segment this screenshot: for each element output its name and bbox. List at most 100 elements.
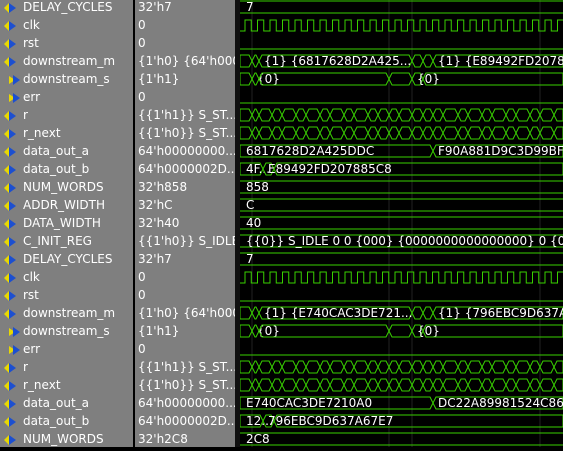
signal-row[interactable]: downstream_s: [0, 322, 133, 340]
bus-segment: [422, 360, 434, 374]
waveform-trace[interactable]: [240, 271, 563, 284]
signal-row[interactable]: r_next: [0, 124, 133, 142]
signal-row[interactable]: data_out_a: [0, 142, 133, 160]
signal-row[interactable]: NUM_WORDS: [0, 178, 133, 196]
bus-segment: [398, 108, 413, 122]
waveform-trace[interactable]: [240, 108, 563, 122]
signal-name: rst: [23, 36, 39, 50]
waveform-trace[interactable]: [240, 378, 563, 392]
bus-segment: [271, 108, 283, 122]
input-arrow-icon: [3, 361, 16, 373]
bus-segment-label: {1} {E89492FD207885: [438, 54, 563, 68]
bus-segment: [491, 360, 507, 374]
signal-row[interactable]: err: [0, 340, 133, 358]
waveform-trace[interactable]: [240, 126, 563, 140]
signal-row[interactable]: data_out_a: [0, 394, 133, 412]
signal-name: DELAY_CYCLES: [23, 0, 113, 14]
bus-segment: [422, 324, 563, 338]
bus-segment: [491, 126, 507, 140]
waveform-trace[interactable]: 4F...E89492FD207885C8: [240, 162, 563, 176]
signal-row[interactable]: rst: [0, 34, 133, 52]
waveform-canvas[interactable]: 7 {1} {6817628D2A425... {1} {E89492FD20788…: [240, 0, 563, 447]
signal-row[interactable]: clk: [0, 268, 133, 286]
signal-name: clk: [23, 270, 40, 284]
signal-row[interactable]: r: [0, 106, 133, 124]
waveform-value-label: {{0}} S_IDLE 0 0 {000} {0000000000000000…: [246, 234, 563, 248]
signal-row[interactable]: NUM_WORDS: [0, 430, 133, 448]
bus-segment: [422, 306, 434, 320]
signal-name: data_out_b: [23, 414, 90, 428]
signal-row[interactable]: data_out_b: [0, 412, 133, 430]
bus-segment-label: E740CAC3DE7210A0: [246, 396, 372, 410]
signal-row[interactable]: data_out_b: [0, 160, 133, 178]
bus-segment: [553, 108, 563, 122]
signal-value: 0: [138, 18, 146, 32]
signal-name: DELAY_CYCLES: [23, 252, 113, 266]
signal-row[interactable]: r_next: [0, 376, 133, 394]
signal-row[interactable]: downstream_m: [0, 304, 133, 322]
waveform-trace[interactable]: {1} {E740CAC3DE721... {1} {796EBC9D637A6: [240, 306, 563, 320]
signal-value: 64'h0000002D...: [138, 162, 235, 176]
signal-row[interactable]: err: [0, 88, 133, 106]
waveform-trace[interactable]: 858: [240, 180, 563, 194]
bus-segment: [481, 378, 493, 392]
waveform-trace[interactable]: {0} {0}: [240, 324, 563, 338]
bus-segment: [505, 360, 517, 374]
signal-row[interactable]: DELAY_CYCLES: [0, 250, 133, 268]
signal-name: data_out_a: [23, 396, 90, 410]
bus-segment: [258, 360, 273, 374]
waveform-value-label: 858: [246, 180, 269, 194]
bus-segment: [467, 126, 483, 140]
signal-row[interactable]: C_INIT_REG: [0, 232, 133, 250]
input-arrow-icon: [3, 415, 16, 427]
waveform-trace[interactable]: {1} {6817628D2A425... {1} {E89492FD207885: [240, 54, 563, 68]
bus-segment: [240, 324, 253, 338]
waveform-value-label: 40: [246, 216, 261, 230]
bus-segment: [319, 360, 331, 374]
input-arrow-icon: [3, 307, 16, 319]
waveform-trace[interactable]: E740CAC3DE7210A0 DC22A89981524C86: [240, 396, 563, 410]
waveform-trace[interactable]: {0} {0}: [240, 72, 563, 86]
bus-segment: [319, 126, 331, 140]
waveform-trace[interactable]: 7: [240, 0, 563, 14]
bus-segment: [258, 108, 273, 122]
bus-segment-label: {0}: [417, 72, 440, 86]
signal-row[interactable]: r: [0, 358, 133, 376]
bus-segment: [388, 360, 400, 374]
signal-name: ADDR_WIDTH: [23, 198, 106, 212]
signal-row[interactable]: ADDR_WIDTH: [0, 196, 133, 214]
signal-row[interactable]: downstream_m: [0, 52, 133, 70]
signal-row[interactable]: downstream_s: [0, 70, 133, 88]
waveform-pane[interactable]: 7 {1} {6817628D2A425... {1} {E89492FD20788…: [240, 0, 563, 447]
bus-segment: [515, 108, 531, 122]
bus-segment: [343, 378, 355, 392]
waveform-trace[interactable]: C: [240, 198, 563, 212]
waveform-trace[interactable]: 40: [240, 216, 563, 230]
waveform-trace[interactable]: {{0}} S_IDLE 0 0 {000} {0000000000000000…: [240, 234, 563, 248]
waveform-trace[interactable]: 7: [240, 252, 563, 266]
waveform-value-label: 7: [246, 0, 254, 14]
signal-name: r: [23, 108, 28, 122]
bus-segment: [388, 378, 400, 392]
waveform-trace[interactable]: [240, 19, 563, 32]
bus-segment: [305, 126, 321, 140]
input-arrow-icon: [3, 127, 16, 139]
waveform-trace[interactable]: 12...796EBC9D637A67E7: [240, 414, 563, 428]
waveform-trace[interactable]: 6817628D2A425DDC F90A881D9C3D99BF: [240, 144, 563, 158]
waveform-trace[interactable]: [240, 360, 563, 374]
waveform-trace[interactable]: 2C8: [240, 432, 563, 446]
signal-value: 32'h2C8: [138, 432, 188, 446]
bus-segment: [295, 108, 307, 122]
signal-row[interactable]: DATA_WIDTH: [0, 214, 133, 232]
bus-segment: [319, 108, 331, 122]
signal-row[interactable]: DELAY_CYCLES: [0, 0, 133, 16]
bus-segment: [367, 360, 379, 374]
bus-segment: [377, 378, 390, 392]
signal-row[interactable]: rst: [0, 286, 133, 304]
bus-segment: [258, 126, 273, 140]
bus-segment: [281, 108, 297, 122]
signal-row[interactable]: clk: [0, 16, 133, 34]
signal-name: downstream_m: [23, 54, 116, 68]
output-arrow-icon: [8, 343, 20, 355]
bus-segment: [398, 360, 413, 374]
